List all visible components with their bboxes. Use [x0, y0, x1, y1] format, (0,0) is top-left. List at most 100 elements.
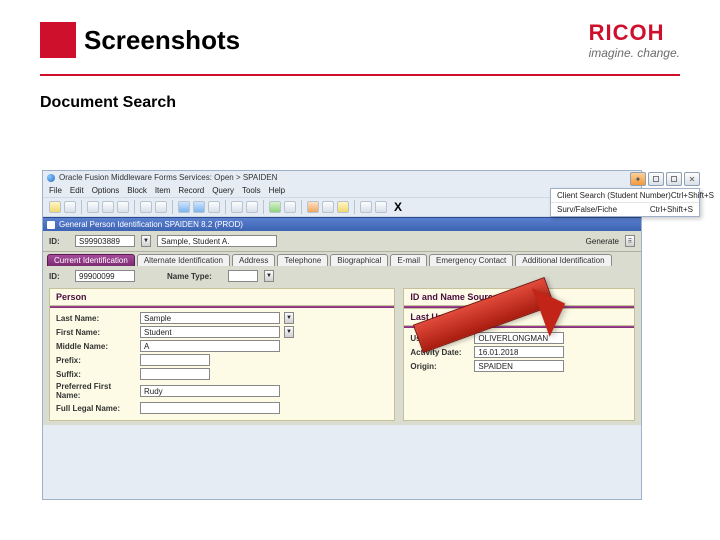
tab-address[interactable]: Address — [232, 254, 275, 266]
preferred-first-name-label: Preferred First Name: — [56, 382, 136, 400]
user-label: User: — [410, 334, 470, 343]
form-body: ID: 99900099 Name Type: ▼ Person Last Na… — [43, 266, 641, 425]
activity-date-label: Activity Date: — [410, 348, 470, 357]
form-icon — [47, 221, 55, 229]
menu-help[interactable]: Help — [269, 186, 285, 195]
separator — [301, 200, 302, 214]
brand-square — [40, 22, 76, 58]
enter-query-icon[interactable] — [178, 201, 190, 213]
ctx-accel: Ctrl+Shift+S — [650, 205, 693, 214]
separator — [225, 200, 226, 214]
tab-emergency-contact[interactable]: Emergency Contact — [429, 254, 513, 266]
prev-block-icon[interactable] — [231, 201, 243, 213]
id-field[interactable]: S99903889 — [75, 235, 135, 247]
generate-label: Generate — [586, 237, 619, 246]
tab-current-identification[interactable]: Current Identification — [47, 254, 135, 266]
help-icon[interactable] — [337, 201, 349, 213]
menu-record[interactable]: Record — [178, 186, 204, 195]
xtra4-icon[interactable] — [375, 201, 387, 213]
menu-file[interactable]: File — [49, 186, 62, 195]
print-icon[interactable] — [284, 201, 296, 213]
id2-field[interactable]: 99900099 — [75, 270, 135, 282]
separator — [81, 200, 82, 214]
suffix-label: Suffix: — [56, 370, 136, 379]
tabstrip: Current Identification Alternate Identif… — [43, 252, 641, 266]
section-subtitle: Document Search — [0, 76, 720, 124]
menu-item[interactable]: Item — [155, 186, 171, 195]
popup-action-icon[interactable]: ✦ — [630, 172, 646, 186]
suffix-field[interactable] — [140, 368, 210, 380]
middle-name-field[interactable]: A — [140, 340, 280, 352]
cancel-query-icon[interactable] — [208, 201, 220, 213]
source-card: ID and Name Source Last Update User: OLIV… — [403, 288, 635, 421]
last-name-field[interactable]: Sample — [140, 312, 280, 324]
popup-close-icon[interactable]: ✕ — [684, 172, 700, 186]
subwindow-title-text: General Person Identification SPAIDEN 8.… — [59, 220, 243, 229]
tab-additional-identification[interactable]: Additional Identification — [515, 254, 611, 266]
save-icon[interactable] — [49, 201, 61, 213]
first-name-dropdown[interactable]: ▼ — [284, 326, 294, 338]
ctx-surv-false-fiche[interactable]: Surv/False/Fiche Ctrl+Shift+S — [551, 202, 699, 216]
insert-icon[interactable] — [102, 201, 114, 213]
name-type-dropdown[interactable]: ▼ — [264, 270, 274, 282]
popup-min-icon[interactable] — [648, 172, 664, 186]
generate-button[interactable]: ⠿ — [625, 235, 635, 247]
xtra3-icon[interactable] — [360, 201, 372, 213]
name-type-field[interactable] — [228, 270, 258, 282]
menu-options[interactable]: Options — [92, 186, 120, 195]
tab-telephone[interactable]: Telephone — [277, 254, 328, 266]
prefix-field[interactable] — [140, 354, 210, 366]
ctx-label: Client Search (Student Number) — [557, 191, 671, 200]
select-icon[interactable] — [87, 201, 99, 213]
popup-max-icon[interactable] — [666, 172, 682, 186]
ctx-accel: Ctrl+Shift+S — [671, 191, 714, 200]
id2-label: ID: — [49, 272, 69, 281]
tab-email[interactable]: E-mail — [390, 254, 427, 266]
id-label: ID: — [49, 237, 69, 246]
tab-biographical[interactable]: Biographical — [330, 254, 388, 266]
subwindow-titlebar: General Person Identification SPAIDEN 8.… — [43, 217, 641, 231]
separator — [172, 200, 173, 214]
first-name-label: First Name: — [56, 328, 136, 337]
commit-icon[interactable] — [269, 201, 281, 213]
brand-tagline: imagine. change. — [589, 46, 680, 60]
full-legal-name-field[interactable] — [140, 402, 280, 414]
brand-logo: RICOH imagine. change. — [589, 20, 680, 60]
separator — [263, 200, 264, 214]
context-menu: Client Search (Student Number) Ctrl+Shif… — [550, 188, 700, 217]
next-record-icon[interactable] — [155, 201, 167, 213]
source-header: ID and Name Source — [404, 289, 634, 306]
menu-block[interactable]: Block — [127, 186, 147, 195]
name-field[interactable]: Sample, Student A. — [157, 235, 277, 247]
popup-toolbar: ✦ ✕ — [550, 172, 700, 186]
first-name-field[interactable]: Student — [140, 326, 280, 338]
last-name-label: Last Name: — [56, 314, 136, 323]
context-popup: ✦ ✕ Client Search (Student Number) Ctrl+… — [550, 172, 700, 217]
id-lookup-button[interactable]: ▼ — [141, 235, 151, 247]
xtra1-icon[interactable] — [307, 201, 319, 213]
close-icon[interactable]: X — [394, 201, 402, 213]
last-name-dropdown[interactable]: ▼ — [284, 312, 294, 324]
last-update-header: Last Update — [404, 308, 634, 326]
ctx-client-search[interactable]: Client Search (Student Number) Ctrl+Shif… — [551, 189, 699, 202]
menu-tools[interactable]: Tools — [242, 186, 261, 195]
window-title-text: Oracle Fusion Middleware Forms Services:… — [59, 173, 277, 182]
menu-query[interactable]: Query — [212, 186, 234, 195]
delete-icon[interactable] — [117, 201, 129, 213]
prev-record-icon[interactable] — [140, 201, 152, 213]
app-icon — [47, 174, 55, 182]
execute-query-icon[interactable] — [193, 201, 205, 213]
id-row: ID: 99900099 Name Type: ▼ — [49, 270, 635, 282]
preferred-first-name-field[interactable]: Rudy — [140, 385, 280, 397]
user-field: OLIVERLONGMAN — [474, 332, 564, 344]
next-block-icon[interactable] — [246, 201, 258, 213]
separator — [134, 200, 135, 214]
prefix-label: Prefix: — [56, 356, 136, 365]
rollback-icon[interactable] — [64, 201, 76, 213]
xtra2-icon[interactable] — [322, 201, 334, 213]
app-window: Oracle Fusion Middleware Forms Services:… — [42, 170, 642, 500]
menu-edit[interactable]: Edit — [70, 186, 84, 195]
origin-field: SPAIDEN — [474, 360, 564, 372]
origin-label: Origin: — [410, 362, 470, 371]
tab-alternate-identification[interactable]: Alternate Identification — [137, 254, 230, 266]
